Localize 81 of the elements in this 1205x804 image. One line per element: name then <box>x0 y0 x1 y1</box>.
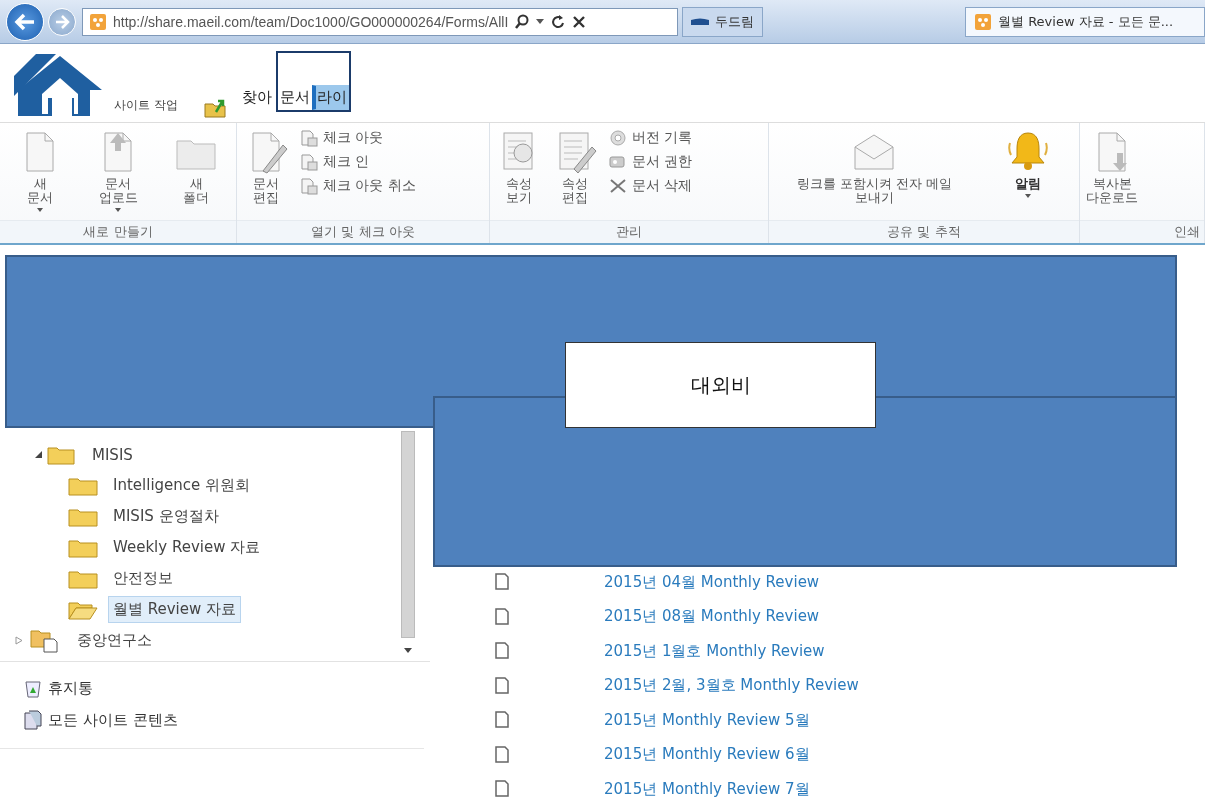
scroll-thumb[interactable] <box>401 431 415 638</box>
group-label: 관리 <box>490 220 768 243</box>
address-field[interactable]: http://share.maeil.com/team/Doc1000/GO000000264/Forms/AllI <box>82 7 678 36</box>
document-link[interactable]: 2015년 Monthly Review 6월 <box>604 745 810 765</box>
ribbon-button[interactable]: 문서 권한 <box>608 153 693 171</box>
ribbon-button[interactable]: 문서 업로드 <box>95 129 141 220</box>
quick-link[interactable]: 휴지통 <box>24 672 424 704</box>
open-folder-icon <box>68 599 98 620</box>
documents-icon <box>24 710 42 730</box>
page-icon <box>299 177 319 195</box>
browser-tab[interactable]: 월별 Review 자료 - 모든 문... <box>965 6 1205 37</box>
folder-icon <box>68 506 98 527</box>
document-icon <box>494 745 510 764</box>
document-link[interactable]: 2015년 Monthly Review 5월 <box>604 710 810 730</box>
scroll-down-icon[interactable] <box>404 648 412 653</box>
site-icon <box>974 12 992 31</box>
group-label: 인쇄 <box>1080 220 1204 243</box>
caret-icon <box>37 208 43 212</box>
caret-icon[interactable] <box>536 18 545 25</box>
caret-icon <box>1025 194 1032 198</box>
ribbon-button[interactable]: 체크 아웃 취소 <box>299 177 416 195</box>
ribbon-button[interactable]: 속성 보기 <box>496 129 542 220</box>
folder-icon <box>68 537 98 558</box>
folder-icon <box>30 628 58 653</box>
document-link[interactable]: 2015년 08월 Monthly Review <box>604 607 820 627</box>
confidential-label: 대외비 <box>565 342 876 428</box>
ribbon-button[interactable]: 체크 인 <box>299 153 416 171</box>
recycle-bin-icon <box>24 678 42 698</box>
document-link[interactable]: 2015년 04월 Monthly Review <box>604 572 820 592</box>
document-link[interactable]: 2015년 Monthly Review 7월 <box>604 779 810 799</box>
page-icon <box>299 129 319 147</box>
quick-link[interactable]: 모든 사이트 콘텐츠 <box>24 704 424 736</box>
back-button[interactable] <box>6 2 44 41</box>
ribbon-button[interactable]: 링크를 포함시켜 전자 메일 보내기 <box>796 129 953 220</box>
ribbon-tab[interactable]: 찾아 <box>239 85 274 110</box>
document-icon <box>494 780 510 799</box>
tree-item[interactable]: 안전정보 <box>0 563 400 594</box>
ribbon-button[interactable]: 알림 <box>1005 129 1052 220</box>
ribbon-button[interactable]: 버전 기록 <box>608 129 693 147</box>
tree-item[interactable]: Weekly Review 자료 <box>0 532 400 563</box>
tree-item[interactable]: MISIS 운영절차 <box>0 501 400 532</box>
wave-icon <box>691 17 709 26</box>
group-label: 공유 및 추적 <box>769 220 1079 243</box>
group-label: 새로 만들기 <box>0 220 236 243</box>
ribbon-button[interactable]: 문서 삭제 <box>608 177 693 195</box>
document-icon <box>494 711 510 730</box>
document-link[interactable]: 2015년 2월, 3월호 Monthly Review <box>604 676 859 696</box>
expander-icon[interactable] <box>34 450 43 459</box>
arrow-right-icon <box>54 14 70 29</box>
folder-icon <box>68 568 98 589</box>
search-icon[interactable] <box>514 13 531 30</box>
ribbon-button[interactable]: 새 폴더 <box>173 129 219 220</box>
refresh-icon[interactable] <box>550 13 567 30</box>
ribbon-button[interactable]: 체크 아웃 <box>299 129 416 147</box>
page-icon <box>299 153 319 171</box>
document-icon <box>494 676 510 695</box>
ribbon-button[interactable]: 복사본 다운로드 <box>1086 129 1138 220</box>
caret-icon <box>115 208 121 212</box>
tree-item[interactable]: Intelligence 위원회 <box>0 470 400 501</box>
gear-icon <box>608 129 628 147</box>
ribbon-button[interactable]: 문서 편집 <box>243 129 289 220</box>
document-icon <box>494 607 510 626</box>
ribbon-tab[interactable]: 라이 <box>311 85 349 110</box>
folder-up-icon[interactable] <box>203 98 228 118</box>
folder-icon <box>68 475 98 496</box>
tree-item[interactable]: 중앙연구소 <box>0 625 400 656</box>
ribbon-button[interactable]: 속성 편집 <box>552 129 598 220</box>
close-icon <box>608 177 628 195</box>
folder-icon <box>47 444 75 465</box>
tree-item[interactable]: MISIS <box>0 439 400 470</box>
site-icon <box>89 12 107 31</box>
site-actions-menu[interactable]: 사이트 작업 <box>114 97 178 114</box>
document-link[interactable]: 2015년 1월호 Monthly Review <box>604 641 825 661</box>
tree-item[interactable]: 월별 Review 자료 <box>0 594 400 625</box>
document-icon <box>494 573 510 592</box>
ribbon-button[interactable]: 새 문서 <box>17 129 63 220</box>
document-icon <box>494 642 510 661</box>
browser-tab[interactable]: 두드림 <box>682 6 763 37</box>
group-label: 열기 및 체크 아웃 <box>237 220 489 243</box>
close-icon[interactable] <box>572 14 587 29</box>
arrow-left-icon <box>14 12 36 31</box>
